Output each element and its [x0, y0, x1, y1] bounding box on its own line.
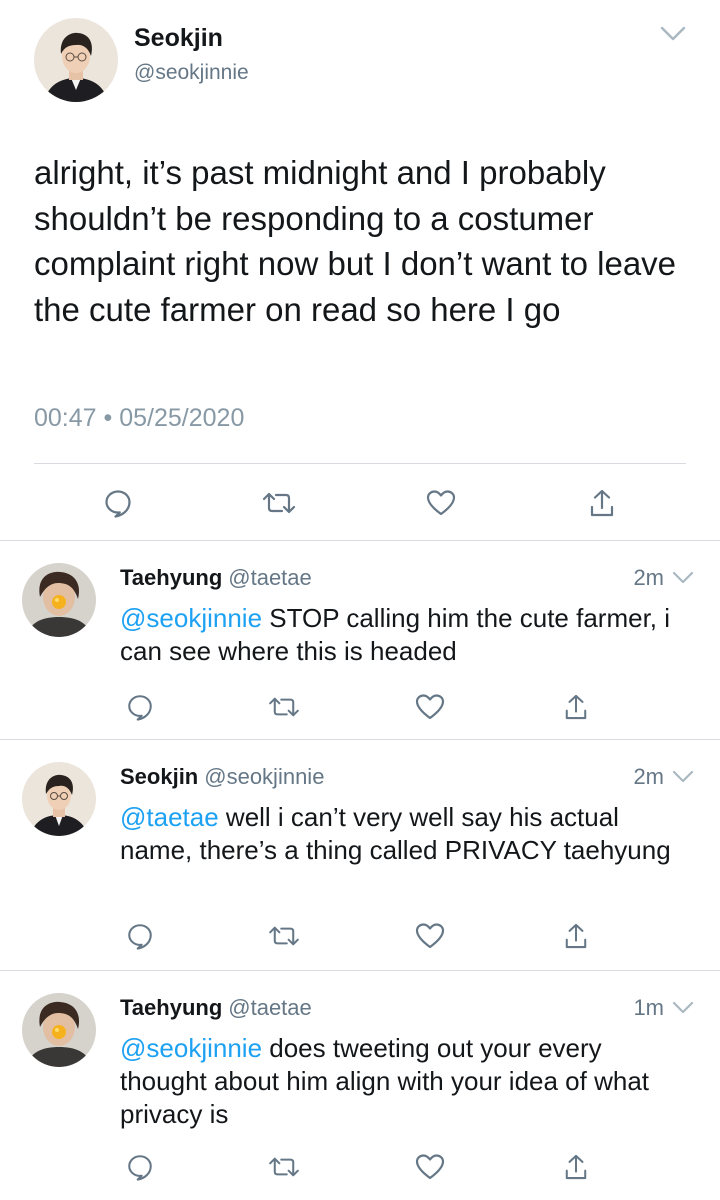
author-name[interactable]: Taehyung [120, 565, 222, 590]
reply-icon [105, 490, 131, 518]
reply-tweet[interactable]: Taehyung @taetae 1m @seokjinnie does twee… [0, 971, 720, 1200]
chevron-down-icon[interactable] [672, 571, 694, 585]
share-icon [565, 1154, 587, 1180]
reply-text: @taetae well i can’t very well say his a… [120, 801, 680, 867]
avatar[interactable] [22, 993, 96, 1067]
main-tweet: Seokjin @seokjinnie alright, it’s past m… [0, 0, 720, 541]
avatar-seokjin-image [22, 762, 96, 836]
author-name[interactable]: Taehyung [120, 995, 222, 1020]
like-button[interactable] [423, 486, 459, 520]
tweet-timestamp: 00:47 • 05/25/2020 [34, 404, 244, 433]
author-handle[interactable]: @taetae [228, 995, 312, 1020]
mention-link[interactable]: @seokjinnie [120, 603, 262, 633]
reply-tweet[interactable]: Taehyung @taetae 2m @seokjinnie STOP call… [0, 541, 720, 740]
retweet-icon [269, 926, 299, 946]
reply-text: @seokjinnie does tweeting out your every… [120, 1032, 680, 1131]
share-button[interactable] [561, 1151, 591, 1183]
author-handle[interactable]: @seokjinnie [134, 61, 249, 85]
reply-time: 2m [633, 764, 664, 789]
share-icon [565, 923, 587, 949]
tweet-date: 05/25/2020 [119, 404, 245, 432]
avatar[interactable] [22, 563, 96, 637]
mention-link[interactable]: @seokjinnie [120, 1033, 262, 1063]
like-icon [415, 1154, 445, 1180]
chevron-down-icon[interactable] [672, 770, 694, 784]
tweet-text: alright, it’s past midnight and I probab… [34, 154, 677, 328]
chevron-down-icon[interactable] [672, 1001, 694, 1015]
like-icon [415, 694, 445, 720]
like-button[interactable] [413, 691, 447, 723]
reply-time: 1m [633, 995, 664, 1020]
reply-header: Taehyung @taetae [120, 995, 312, 1021]
like-button[interactable] [413, 1151, 447, 1183]
author-name[interactable]: Seokjin [134, 24, 223, 53]
meta-separator: • [103, 404, 113, 432]
reply-text: @seokjinnie STOP calling him the cute fa… [120, 602, 680, 668]
reply-time: 2m [633, 565, 664, 590]
divider [34, 463, 686, 464]
retweet-icon [269, 697, 299, 717]
share-button[interactable] [561, 920, 591, 952]
avatar-taehyung-image [22, 993, 96, 1067]
reply-button[interactable] [124, 1151, 156, 1183]
mention-link[interactable]: @taetae [120, 802, 219, 832]
author-name[interactable]: Seokjin [120, 764, 198, 789]
author-handle[interactable]: @taetae [228, 565, 312, 590]
author-handle[interactable]: @seokjinnie [204, 764, 324, 789]
like-icon [426, 490, 456, 516]
avatar[interactable] [22, 762, 96, 836]
share-icon [590, 489, 614, 517]
avatar[interactable] [34, 18, 118, 102]
retweet-button[interactable] [266, 693, 302, 721]
reply-button[interactable] [100, 486, 136, 520]
reply-button[interactable] [124, 691, 156, 723]
reply-icon [128, 695, 152, 721]
like-button[interactable] [413, 920, 447, 952]
retweet-icon [262, 492, 296, 514]
tweet-time: 00:47 [34, 404, 97, 432]
like-icon [415, 923, 445, 949]
retweet-button[interactable] [266, 1153, 302, 1181]
reply-icon [128, 924, 152, 950]
reply-tweet[interactable]: Seokjin @seokjinnie 2m @taetae well i can… [0, 740, 720, 971]
share-button[interactable] [561, 691, 591, 723]
retweet-icon [269, 1157, 299, 1177]
avatar-taehyung-image [22, 563, 96, 637]
reply-icon [128, 1155, 152, 1181]
avatar-seokjin-image [34, 18, 118, 102]
reply-header: Seokjin @seokjinnie [120, 764, 324, 790]
reply-button[interactable] [124, 920, 156, 952]
share-icon [565, 694, 587, 720]
share-button[interactable] [586, 486, 618, 520]
reply-header: Taehyung @taetae [120, 565, 312, 591]
retweet-button[interactable] [266, 922, 302, 950]
retweet-button[interactable] [259, 488, 299, 518]
chevron-down-icon[interactable] [660, 26, 686, 42]
